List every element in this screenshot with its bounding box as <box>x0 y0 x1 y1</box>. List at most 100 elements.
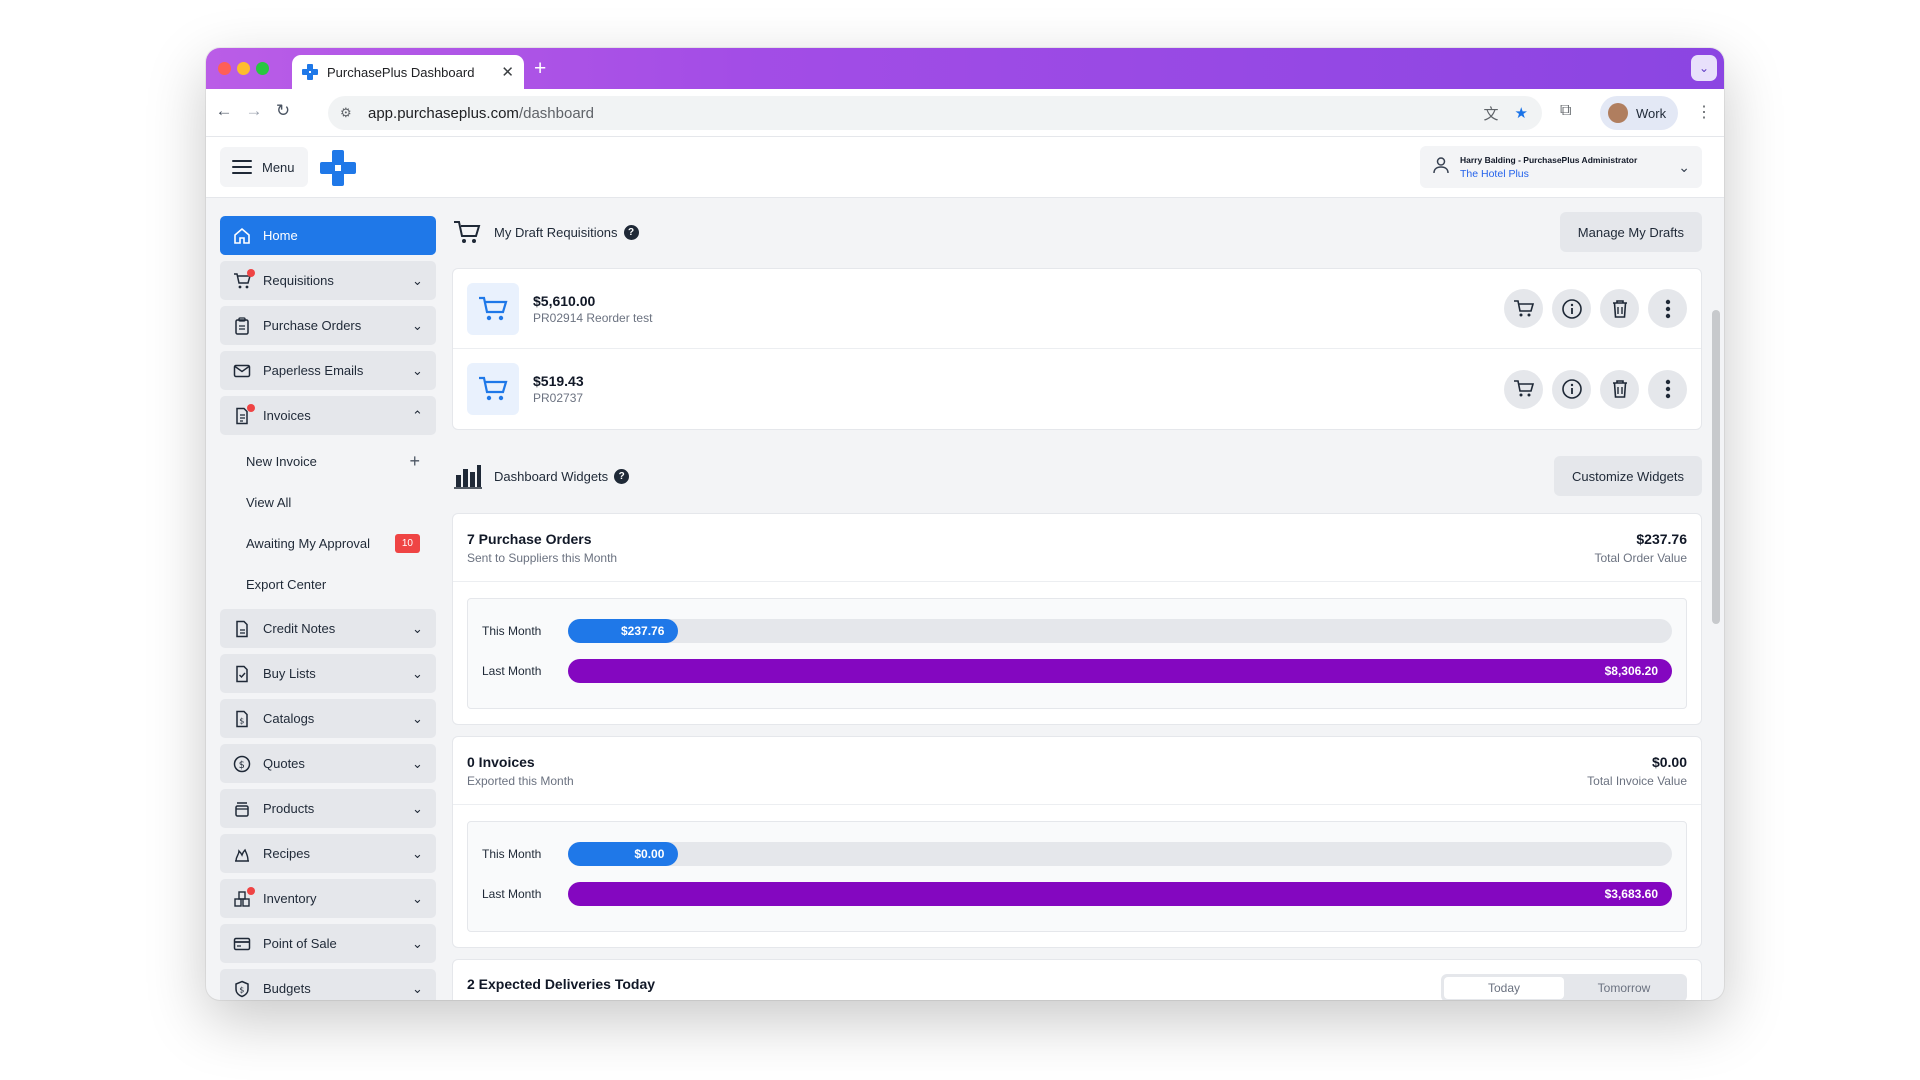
sidebar-subitem-view-all[interactable]: View All <box>220 482 436 523</box>
checklist-icon <box>232 664 252 684</box>
requisition-ref: PR02914 Reorder test <box>533 310 653 325</box>
sidebar-subitem-label: Export Center <box>246 577 327 592</box>
site-settings-icon[interactable]: ⚙ <box>340 105 358 121</box>
back-icon[interactable]: ← <box>212 101 236 121</box>
credit-card-icon <box>232 934 252 954</box>
sidebar-subitem-label: View All <box>246 495 292 510</box>
chevron-down-icon: ⌄ <box>412 845 423 861</box>
sidebar-item-point-of-sale[interactable]: Point of Sale ⌄ <box>220 924 436 963</box>
add-to-cart-button[interactable] <box>1504 289 1543 328</box>
progress-bar: $0.00 <box>568 842 679 866</box>
sidebar-item-credit-notes[interactable]: Credit Notes ⌄ <box>220 609 436 648</box>
more-options-button[interactable] <box>1648 369 1687 409</box>
help-icon[interactable]: ? <box>614 468 630 484</box>
widget-total-label: Total Invoice Value <box>1587 773 1687 788</box>
tab-tomorrow[interactable]: Tomorrow <box>1564 977 1684 999</box>
delete-button[interactable] <box>1600 369 1639 409</box>
tab-close-icon[interactable]: ✕ <box>501 63 514 81</box>
progress-track: $237.76 <box>568 619 1672 643</box>
sidebar-item-recipes[interactable]: Recipes ⌄ <box>220 834 436 873</box>
sidebar-subitem-label: New Invoice <box>246 454 317 469</box>
main-content: My Draft Requisitions ? Manage My Drafts… <box>452 198 1702 1000</box>
sidebar-subitem-new-invoice[interactable]: New Invoice + <box>220 441 436 482</box>
bookmark-star-icon[interactable]: ★ <box>1515 104 1528 122</box>
notification-dot <box>247 404 255 412</box>
sidebar-item-purchase-orders[interactable]: Purchase Orders ⌄ <box>220 306 436 345</box>
info-button[interactable] <box>1552 289 1591 328</box>
chevron-down-icon: ⌄ <box>412 755 423 771</box>
sidebar-item-label: Credit Notes <box>263 621 336 636</box>
comparison-bars: This Month $237.76 Last Month $8,306.20 <box>467 598 1687 709</box>
translate-icon[interactable]: 文 <box>1484 103 1499 124</box>
minimize-window-button[interactable] <box>237 62 250 75</box>
forward-icon[interactable]: → <box>242 101 266 121</box>
widget-title: 0 Invoices <box>467 753 535 770</box>
sidebar-item-requisitions[interactable]: Requisitions ⌄ <box>220 261 436 300</box>
extensions-icon[interactable]: ⧉ <box>1560 102 1571 120</box>
menu-button[interactable]: Menu <box>220 147 308 187</box>
draft-requisitions-card: $5,610.00 PR02914 Reorder test $519.43 P… <box>452 268 1702 430</box>
envelope-icon <box>232 361 252 381</box>
chevron-down-icon: ⌄ <box>1678 158 1690 175</box>
url-input[interactable]: ⚙ app.purchaseplus.com/dashboard 文 ★ <box>328 96 1542 130</box>
comparison-bars: This Month $0.00 Last Month $3,683.60 <box>467 821 1687 932</box>
url-path: /dashboard <box>518 104 594 122</box>
sidebar-item-quotes[interactable]: $ Quotes ⌄ <box>220 744 436 783</box>
purchaseplus-logo[interactable] <box>320 150 356 186</box>
sidebar-item-label: Purchase Orders <box>263 318 362 333</box>
progress-track: $3,683.60 <box>568 882 1672 906</box>
sidebar-item-catalogs[interactable]: $ Catalogs ⌄ <box>220 699 436 738</box>
chevron-down-icon: ⌄ <box>412 665 423 681</box>
bar-label: Last Month <box>482 887 542 901</box>
tab-title: PurchasePlus Dashboard <box>327 64 475 80</box>
user-name: Harry Balding - PurchasePlus Administrat… <box>1460 154 1638 165</box>
purchase-orders-widget: 7 Purchase Orders Sent to Suppliers this… <box>452 513 1702 725</box>
deliveries-widget: 2 Expected Deliveries Today Today Tomorr… <box>452 959 1702 1000</box>
sidebar-subitem-export-center[interactable]: Export Center <box>220 564 436 605</box>
close-window-button[interactable] <box>218 62 231 75</box>
widget-title: 2 Expected Deliveries Today <box>467 976 656 992</box>
progress-bar: $3,683.60 <box>568 882 1672 906</box>
sidebar-item-inventory[interactable]: Inventory ⌄ <box>220 879 436 918</box>
info-button[interactable] <box>1552 369 1591 409</box>
maximize-window-button[interactable] <box>256 62 269 75</box>
manage-drafts-button[interactable]: Manage My Drafts <box>1559 212 1702 252</box>
tab-search-icon[interactable]: ⌄ <box>1691 55 1717 81</box>
add-to-cart-button[interactable] <box>1504 369 1543 409</box>
day-toggle: Today Tomorrow <box>1441 974 1687 1000</box>
cart-icon <box>467 363 519 415</box>
sidebar-item-label: Inventory <box>263 891 317 906</box>
new-tab-icon[interactable]: + <box>534 56 546 82</box>
list-item[interactable]: $5,610.00 PR02914 Reorder test <box>453 269 1701 349</box>
progress-track: $8,306.20 <box>568 659 1672 683</box>
sidebar-item-home[interactable]: Home <box>220 216 436 255</box>
sidebar-item-invoices[interactable]: Invoices ⌃ <box>220 396 436 435</box>
chevron-down-icon: ⌄ <box>412 710 423 726</box>
sidebar-item-buy-lists[interactable]: Buy Lists ⌄ <box>220 654 436 693</box>
url-host: app.purchaseplus.com <box>368 104 519 122</box>
browser-tab[interactable]: PurchasePlus Dashboard ✕ <box>292 55 524 89</box>
more-options-button[interactable] <box>1648 289 1687 328</box>
sidebar-item-paperless-emails[interactable]: Paperless Emails ⌄ <box>220 351 436 390</box>
delete-button[interactable] <box>1600 289 1639 328</box>
chevron-down-icon: ⌄ <box>412 620 423 636</box>
sidebar-item-budgets[interactable]: $ Budgets ⌄ <box>220 969 436 1000</box>
bar-label: Last Month <box>482 664 542 678</box>
chevron-down-icon: ⌄ <box>412 980 423 996</box>
svg-text:$: $ <box>239 985 244 994</box>
reload-icon[interactable]: ↻ <box>271 101 295 121</box>
sidebar-item-label: Catalogs <box>263 711 315 726</box>
dollar-circle-icon: $ <box>232 754 252 774</box>
sidebar-subitem-awaiting-approval[interactable]: Awaiting My Approval 10 <box>220 523 436 564</box>
sidebar-item-products[interactable]: Products ⌄ <box>220 789 436 828</box>
help-icon[interactable]: ? <box>623 224 639 240</box>
plus-icon[interactable]: + <box>409 451 420 472</box>
section-title: My Draft Requisitions <box>494 224 618 240</box>
user-account-dropdown[interactable]: Harry Balding - PurchasePlus Administrat… <box>1420 146 1702 188</box>
tab-today[interactable]: Today <box>1444 977 1564 999</box>
customize-widgets-button[interactable]: Customize Widgets <box>1554 456 1702 496</box>
profile-button[interactable]: Work <box>1600 96 1679 130</box>
scrollbar[interactable] <box>1712 310 1720 624</box>
browser-menu-icon[interactable]: ⋮ <box>1696 102 1712 122</box>
list-item[interactable]: $519.43 PR02737 <box>453 349 1701 429</box>
